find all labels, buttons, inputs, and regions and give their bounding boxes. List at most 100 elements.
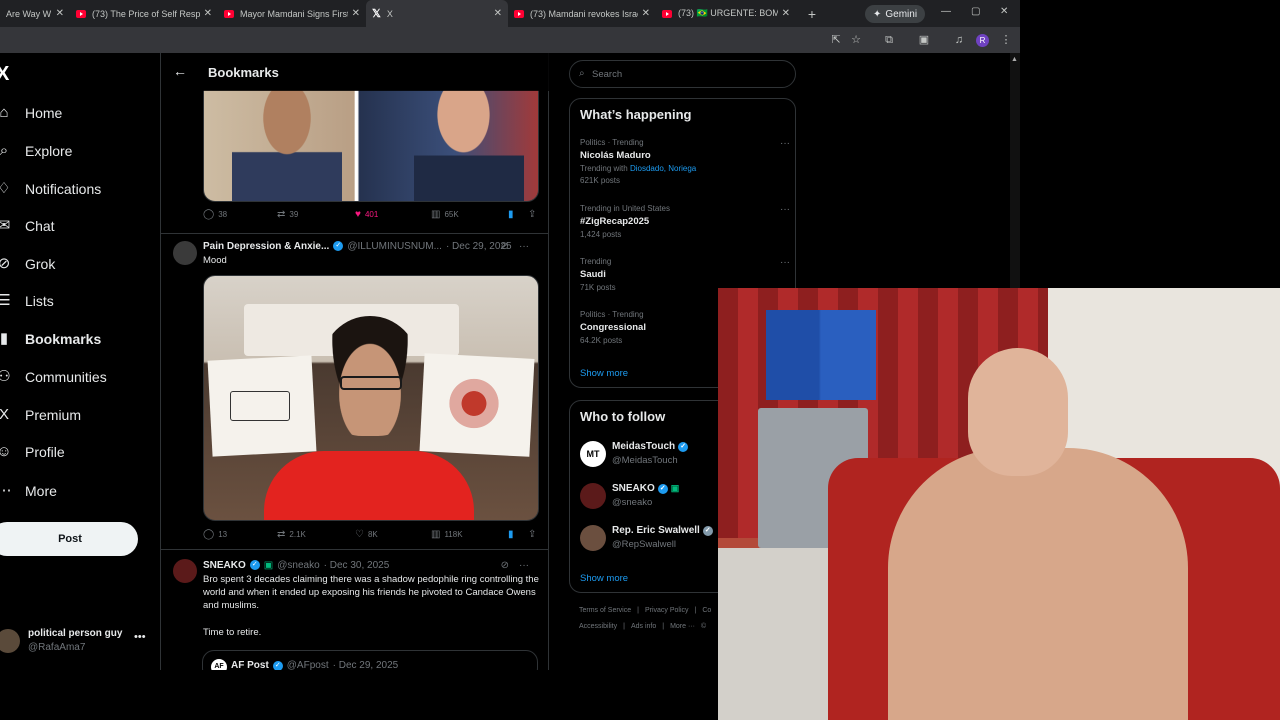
close-tab-icon[interactable]: ✕ [782, 8, 790, 19]
footer-separator: | [637, 607, 639, 614]
minimize-icon[interactable]: — [941, 6, 951, 17]
more-icon[interactable]: ··· [519, 241, 529, 252]
people-icon: ⚇ [0, 368, 11, 385]
nav-premium[interactable]: X Premium [0, 403, 81, 427]
gemini-button[interactable]: ✦ Gemini [865, 5, 926, 23]
new-tab-button[interactable]: + [802, 6, 822, 22]
nav-grok[interactable]: ⊘ Grok [0, 252, 55, 276]
back-arrow-icon[interactable]: ← [173, 63, 187, 79]
nav-chat[interactable]: ✉ Chat [0, 214, 55, 238]
more-icon[interactable]: ••• [134, 631, 146, 643]
photo-person-left [232, 90, 342, 201]
footer-link-more[interactable]: More ··· [670, 623, 695, 630]
page-title: Bookmarks [208, 65, 279, 80]
author-name[interactable]: SNEAKO [203, 560, 246, 571]
nav-label: Chat [25, 218, 55, 234]
repost-icon: ⇄ [277, 529, 286, 540]
view-count: 118K [444, 530, 463, 539]
quoted-tweet[interactable]: AF AF Post ✓ @AFpost · Dec 29, 2025 [202, 650, 538, 670]
browser-tab-active[interactable]: 𝕏 X ✕ [366, 0, 508, 27]
close-tab-icon[interactable]: ✕ [204, 8, 212, 19]
like-count: 8K [367, 530, 378, 539]
profile-avatar[interactable]: R [976, 34, 989, 47]
search-input[interactable]: ⌕ Search [569, 60, 796, 88]
browser-tab[interactable]: Are Way W ✕ [0, 0, 70, 27]
media-control-icon[interactable]: ♫ [953, 34, 965, 46]
tweet-header: Pain Depression & Anxie... ✓ @ILLUMINUSN… [203, 239, 539, 253]
scroll-up-arrow-icon[interactable]: ▲ [1011, 56, 1018, 63]
bookmark-button[interactable]: ▮ [508, 529, 514, 540]
trend-item[interactable]: Politics · Trending Nicolás Maduro Trend… [580, 138, 790, 185]
like-button[interactable]: ♡ 8K [355, 529, 378, 540]
star-icon[interactable]: ☆ [850, 34, 862, 46]
footer-separator: | [623, 623, 625, 630]
share-button[interactable]: ⇪ [528, 209, 536, 220]
tweet-image[interactable] [203, 275, 539, 521]
avatar[interactable] [173, 241, 197, 265]
grok-icon[interactable]: ⊘ [501, 560, 509, 571]
install-app-icon[interactable]: ⇱ [830, 34, 842, 46]
browser-tab[interactable]: (73) Mamdani revokes Israel ✕ [508, 0, 656, 27]
like-button[interactable]: ♥ 401 [355, 209, 378, 220]
trend-posts: 1,424 posts [580, 230, 622, 239]
close-tab-icon[interactable]: ✕ [642, 8, 650, 19]
bookmark-button[interactable]: ▮ [508, 209, 514, 220]
nav-more[interactable]: ⋯ More [0, 479, 57, 503]
trend-related-links[interactable]: Diosdado, Noriega [630, 164, 696, 173]
tweet-image[interactable] [203, 90, 539, 202]
nav-notifications[interactable]: ♢ Notifications [0, 177, 101, 201]
repost-button[interactable]: ⇄ 39 [277, 209, 298, 220]
reply-button[interactable]: ◯ 13 [203, 529, 227, 540]
trend-item[interactable]: Trending Saudi 71K posts ··· [580, 257, 790, 292]
avatar[interactable] [173, 559, 197, 583]
grok-icon[interactable]: ⊘ [501, 241, 509, 252]
footer-link-ads-info[interactable]: Ads info [631, 623, 656, 630]
reply-count: 13 [218, 530, 228, 539]
close-window-icon[interactable]: ✕ [1000, 6, 1008, 17]
nav-profile[interactable]: ☺ Profile [0, 440, 65, 464]
views-button[interactable]: ▥ 65K [431, 209, 459, 220]
x-logo-icon[interactable]: X [0, 63, 9, 86]
browser-tab[interactable]: Mayor Mamdani Signs First T ✕ [218, 0, 366, 27]
share-button[interactable]: ⇪ [528, 529, 536, 540]
more-icon[interactable]: ··· [519, 560, 529, 571]
tweet-date[interactable]: · Dec 30, 2025 [324, 560, 390, 571]
nav-explore[interactable]: ⌕ Explore [0, 139, 72, 163]
restore-icon[interactable]: ▢ [971, 6, 980, 17]
author-handle[interactable]: @sneako [277, 560, 319, 571]
views-button[interactable]: ▥ 118K [431, 529, 463, 540]
author-handle[interactable]: @ILLUMINUSNUM... [347, 241, 442, 252]
browser-toolbar [0, 27, 1020, 53]
more-icon[interactable]: ··· [780, 204, 790, 215]
side-panel-icon[interactable]: ▣ [918, 34, 930, 46]
bell-icon: ♢ [0, 180, 11, 197]
show-more-link[interactable]: Show more [580, 573, 628, 584]
show-more-link[interactable]: Show more [580, 368, 628, 379]
reply-button[interactable]: ◯ 38 [203, 209, 227, 220]
repost-button[interactable]: ⇄ 2.1K [277, 529, 306, 540]
close-tab-icon[interactable]: ✕ [494, 8, 502, 19]
bookmark-filled-icon: ▮ [508, 529, 514, 540]
footer-link-cookie[interactable]: Co [702, 607, 711, 614]
footer-link-accessibility[interactable]: Accessibility [579, 623, 617, 630]
nav-home[interactable]: ⌂ Home [0, 101, 62, 125]
footer-link-terms[interactable]: Terms of Service [579, 607, 631, 614]
footer-link-privacy[interactable]: Privacy Policy [645, 607, 689, 614]
extensions-icon[interactable]: ⧉ [883, 34, 895, 46]
account-switcher[interactable]: political person guy @RafaAma7 ••• [0, 625, 156, 657]
browser-tab[interactable]: (73) 🇧🇷 URGENTE: BOMBA ✕ [656, 0, 796, 27]
more-icon[interactable]: ··· [780, 138, 790, 149]
webcam-boxes [766, 310, 876, 400]
more-icon[interactable]: ··· [780, 257, 790, 268]
kebab-menu-icon[interactable]: ⋮ [1000, 34, 1012, 46]
nav-lists[interactable]: ☰ Lists [0, 289, 54, 313]
nav-bookmarks[interactable]: ▮ Bookmarks [0, 327, 101, 351]
close-tab-icon[interactable]: ✕ [352, 8, 360, 19]
close-tab-icon[interactable]: ✕ [56, 8, 64, 19]
trend-item[interactable]: Trending in United States #ZigRecap2025 … [580, 204, 790, 239]
post-button[interactable]: Post [0, 522, 138, 556]
tweet-actions: ◯ 38 ⇄ 39 ♥ 401 ▥ 65K ▮ ⇪ [203, 209, 539, 225]
browser-tab[interactable]: (73) The Price of Self Respec ✕ [70, 0, 218, 27]
nav-communities[interactable]: ⚇ Communities [0, 365, 107, 389]
author-name[interactable]: Pain Depression & Anxie... [203, 241, 329, 252]
